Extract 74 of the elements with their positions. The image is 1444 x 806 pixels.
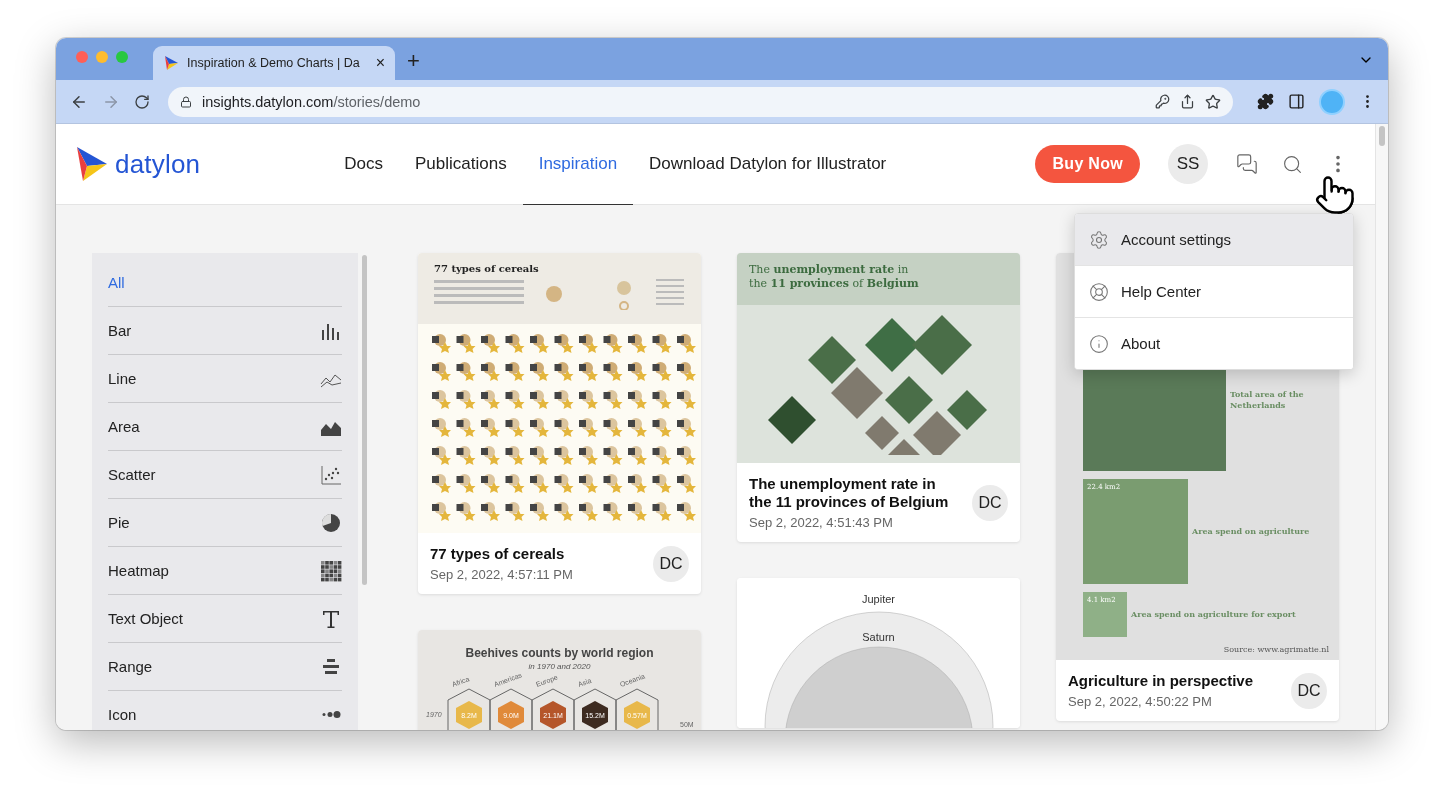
thumbnail-title: 77 types of cereals xyxy=(434,263,540,276)
tab-title: Inspiration & Demo Charts | Da xyxy=(187,56,361,70)
card-date: Sep 2, 2022, 4:51:43 PM xyxy=(749,515,894,530)
hexagon-frame xyxy=(489,688,533,730)
card-title: Agriculture in perspective xyxy=(1068,672,1255,690)
planet-label: Saturn xyxy=(861,631,896,643)
settings-icon xyxy=(1089,229,1109,250)
planet-label: Jupiter xyxy=(861,593,896,605)
hexagon-frame xyxy=(531,688,575,730)
area-label: Area spend on agriculture xyxy=(1192,526,1311,537)
dots-icon xyxy=(322,710,342,719)
close-window-dot[interactable] xyxy=(76,51,88,63)
area-label: Area spend on agriculture for export xyxy=(1131,609,1297,620)
url-text: insights.datylon.com/stories/demo xyxy=(202,93,421,110)
category-item[interactable]: Line xyxy=(108,355,342,403)
category-item[interactable]: Area xyxy=(108,403,342,451)
hexagon-frame xyxy=(447,688,491,730)
chart-card[interactable]: Jupiter Saturn xyxy=(737,578,1020,728)
star-icon[interactable] xyxy=(1205,93,1221,110)
new-tab-button[interactable]: + xyxy=(407,50,420,72)
puzzle-icon[interactable] xyxy=(1257,93,1274,110)
menu-item[interactable]: About xyxy=(1075,318,1353,369)
thumbnail-subtitle: in 1970 and 2020 xyxy=(527,662,592,671)
reload-icon[interactable] xyxy=(134,93,150,110)
thumbnail-title: Beehives counts by world region xyxy=(464,646,655,660)
category-item[interactable]: All xyxy=(108,259,342,307)
close-tab-button[interactable]: × xyxy=(375,55,385,71)
share-icon[interactable] xyxy=(1180,94,1195,109)
logo-text[interactable]: datylon xyxy=(115,148,201,180)
card-title: The unemployment rate in the 11 provinces of Belgium xyxy=(749,475,950,511)
side-panel-icon[interactable] xyxy=(1288,93,1305,110)
logo-icon xyxy=(75,145,109,183)
hexagon-frame xyxy=(573,688,617,730)
source-note: Source: www.agrimatie.nl xyxy=(1222,645,1329,654)
card-date: Sep 2, 2022, 4:57:11 PM xyxy=(430,567,574,582)
card-date: Sep 2, 2022, 4:50:22 PM xyxy=(1068,694,1213,709)
category-item[interactable]: Icon xyxy=(108,691,342,730)
pie-chart-icon xyxy=(320,511,342,534)
thumbnail-title: The unemployment rate in the 11 provinces of Belgium xyxy=(749,263,920,291)
chat-icon[interactable] xyxy=(1236,153,1258,175)
nav-link[interactable]: Docs xyxy=(328,124,399,205)
scatter-chart-icon xyxy=(320,463,342,486)
browser-tab[interactable]: Inspiration & Demo Charts | Da × xyxy=(153,46,395,80)
area-label: Total area of the Netherlands xyxy=(1230,388,1305,410)
key-icon[interactable] xyxy=(1155,94,1170,109)
card-title: 77 types of cereals xyxy=(430,545,566,563)
author-avatar: DC xyxy=(653,545,689,582)
user-avatar[interactable]: SS xyxy=(1168,144,1208,184)
chart-card[interactable]: The unemployment rate in the 11 provinces of Belgium The unemployment rate in the 11 provinces of Belgium Sep 2, 2022, 4:51:43 PM DC xyxy=(737,253,1020,542)
category-item[interactable]: Range xyxy=(108,643,342,691)
author-avatar: DC xyxy=(972,484,1008,521)
lock-icon xyxy=(180,95,192,108)
scrollbar-thumb[interactable] xyxy=(1379,126,1385,146)
menu-item[interactable]: Help Center xyxy=(1075,266,1353,318)
heatmap-chart-icon xyxy=(320,559,342,582)
category-item[interactable]: Heatmap xyxy=(108,547,342,595)
category-item[interactable]: Bar xyxy=(108,307,342,355)
category-item[interactable]: Scatter xyxy=(108,451,342,499)
scrollbar-thumb[interactable] xyxy=(362,255,367,585)
nav-link[interactable]: Publications xyxy=(399,124,523,205)
zoom-window-dot[interactable] xyxy=(116,51,128,63)
lifebuoy-icon xyxy=(1089,281,1109,302)
info-icon xyxy=(1089,333,1109,354)
chart-card[interactable]: 77 types of cereals 77 types of cereals Sep 2, 2022, 4:57:11 PM DC xyxy=(418,253,701,594)
menu-item[interactable]: Account settings xyxy=(1075,214,1353,266)
hexagon-frame xyxy=(615,688,659,730)
category-item[interactable]: Pie xyxy=(108,499,342,547)
minimize-window-dot[interactable] xyxy=(96,51,108,63)
category-item[interactable]: Text Object xyxy=(108,595,342,643)
nav-link[interactable]: Download Datylon for Illustrator xyxy=(633,124,903,205)
author-avatar: DC xyxy=(1291,672,1327,709)
logo-icon xyxy=(163,55,179,71)
search-icon[interactable] xyxy=(1282,153,1303,175)
address-bar[interactable]: insights.datylon.com/stories/demo xyxy=(168,86,1233,117)
